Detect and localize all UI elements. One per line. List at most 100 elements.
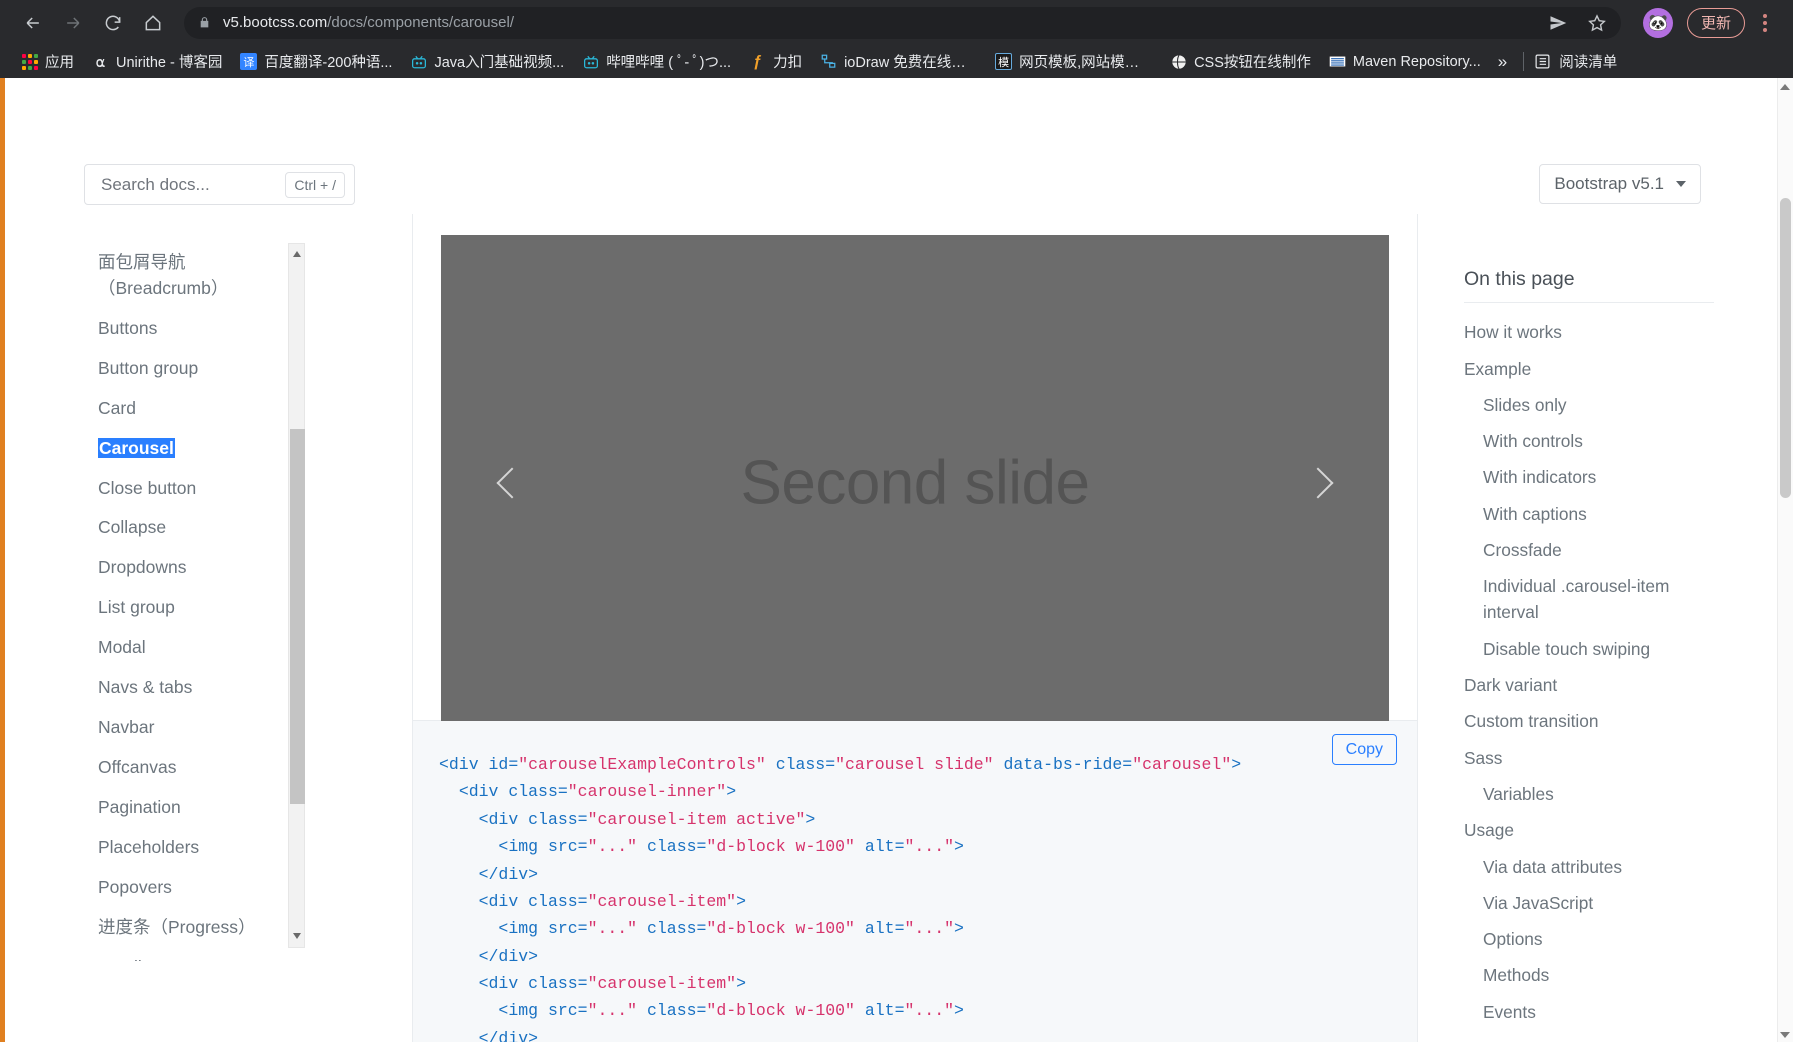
sidebar-item-modal[interactable]: Modal [98,628,308,668]
back-arrow-icon[interactable] [14,4,52,42]
toc-item-via-javascript[interactable]: Via JavaScript [1464,886,1714,922]
bookmark-leetcode[interactable]: ƒ 力扣 [740,48,811,75]
toc-item-label: How it works [1464,322,1562,343]
sidebar-item-label: Button group [98,357,199,378]
bookmark-cnblogs[interactable]: ⍺ Unirithe - 博客园 [83,48,231,75]
toc-item-label: Options [1483,929,1543,950]
sidebar-scroll-thumb[interactable] [290,429,305,804]
bookmark-baidu-translate[interactable]: 译 百度翻译-200种语... [231,48,401,75]
search-shortcut-badge: Ctrl + / [285,171,345,198]
docs-sidebar-list: 面包屑导航 （Breadcrumb） Buttons Button group … [98,243,308,961]
scroll-down-arrow-icon[interactable] [293,933,301,939]
search-box[interactable]: Ctrl + / [84,164,355,205]
sidebar-item-dropdowns[interactable]: Dropdowns [98,548,308,588]
sidebar-item-label: Scrollspy [98,957,169,961]
page-scroll-down-arrow-icon[interactable] [1780,1032,1790,1038]
toc-item-disable-touch-swiping[interactable]: Disable touch swiping [1464,631,1714,667]
sidebar-item-button-group[interactable]: Button group [98,348,308,388]
toc-item-crossfade[interactable]: Crossfade [1464,533,1714,569]
search-input[interactable] [101,174,286,195]
toc-item-usage[interactable]: Usage [1464,813,1714,849]
toc-item-options[interactable]: Options [1464,922,1714,958]
browser-menu-icon[interactable] [1751,13,1779,32]
bookmark-label: 应用 [45,55,74,71]
toc-item-with-indicators[interactable]: With indicators [1464,460,1714,496]
bookmark-webtemplate[interactable]: 模 网页模板,网站模板,... [986,48,1161,75]
sidebar-item-pagination[interactable]: Pagination [98,788,308,828]
toc-item-via-data-attributes[interactable]: Via data attributes [1464,849,1714,885]
toc-item-label: Via data attributes [1483,856,1622,877]
bookmark-apps[interactable]: 应用 [12,48,83,75]
carousel-next-button[interactable] [1247,235,1389,731]
sidebar-item-breadcrumb[interactable]: 面包屑导航 （Breadcrumb） [98,243,308,308]
copy-button[interactable]: Copy [1331,734,1397,766]
star-icon[interactable] [1587,13,1607,33]
sidebar-item-list-group[interactable]: List group [98,588,308,628]
page-scroll-thumb[interactable] [1780,198,1791,498]
leetcode-icon: ƒ [753,52,763,70]
bookmark-label: Maven Repository... [1352,53,1481,70]
toc-item-slides-only[interactable]: Slides only [1464,388,1714,424]
toc-item-individual-interval[interactable]: Individual .carousel-item interval [1464,569,1714,631]
bookmark-bilibili[interactable]: 哔哩哔哩 ( ﾟ- ﾟ)つ... [573,48,740,75]
toc-item-methods[interactable]: Methods [1464,958,1714,994]
chevron-right-icon [1302,467,1334,499]
sidebar-item-label: Collapse [98,517,167,538]
bookmark-iodraw[interactable]: ioDraw 免费在线画... [811,48,986,75]
toc-item-example[interactable]: Example [1464,351,1714,387]
toc-item-custom-transition[interactable]: Custom transition [1464,704,1714,740]
address-bar[interactable]: v5.bootcss.com/docs/components/carousel/ [184,6,1621,39]
bilibili-icon [410,53,427,70]
forward-arrow-icon[interactable] [54,4,92,42]
toc-item-with-controls[interactable]: With controls [1464,424,1714,460]
bookmark-css-button[interactable]: CSS按钮在线制作 [1161,48,1320,75]
page-scroll-up-arrow-icon[interactable] [1780,84,1790,90]
toc-item-label: Via JavaScript [1483,892,1594,913]
toc-item-dark-variant[interactable]: Dark variant [1464,668,1714,704]
sidebar-item-offcanvas[interactable]: Offcanvas [98,748,308,788]
sidebar-item-carousel[interactable]: Carousel [98,428,308,468]
toc-item-with-captions[interactable]: With captions [1464,497,1714,533]
send-icon[interactable] [1547,14,1569,32]
reading-list-icon [1534,53,1551,70]
toc-item-label: Crossfade [1483,540,1562,561]
sidebar-item-collapse[interactable]: Collapse [98,508,308,548]
sidebar-scrollbar[interactable] [288,243,305,948]
toc-item-variables[interactable]: Variables [1464,777,1714,813]
sidebar-item-label: 面包屑导航 （Breadcrumb） [98,252,229,298]
sidebar-item-navbar[interactable]: Navbar [98,708,308,748]
sidebar-item-progress[interactable]: 进度条（Progress） [98,908,308,948]
reload-icon[interactable] [94,4,132,42]
toc-item-label: Methods [1483,965,1550,986]
toc-item-how-it-works[interactable]: How it works [1464,315,1714,351]
version-select[interactable]: Bootstrap v5.1 [1539,164,1701,204]
sidebar-item-buttons[interactable]: Buttons [98,308,308,348]
docs-sidebar[interactable]: 面包屑导航 （Breadcrumb） Buttons Button group … [98,243,308,961]
toc-list: How it works Example Slides only With co… [1464,315,1714,1031]
toc-item-events[interactable]: Events [1464,995,1714,1031]
sidebar-item-label: Offcanvas [98,757,177,778]
bookmark-java-video[interactable]: Java入门基础视频... [401,48,573,75]
sidebar-item-card[interactable]: Card [98,388,308,428]
sidebar-item-close-button[interactable]: Close button [98,468,308,508]
profile-avatar[interactable]: 🐼 [1642,7,1673,38]
sidebar-item-placeholders[interactable]: Placeholders [98,828,308,868]
page-scrollbar[interactable] [1777,78,1793,1042]
iodraw-icon [820,53,837,70]
browser-toolbar: v5.bootcss.com/docs/components/carousel/… [0,0,1793,45]
carousel-prev-button[interactable] [441,235,583,731]
home-icon[interactable] [134,4,172,42]
update-button[interactable]: 更新 [1686,7,1745,38]
reading-list-button[interactable]: 阅读清单 [1534,51,1617,72]
toc-item-sass[interactable]: Sass [1464,740,1714,776]
sidebar-item-navs-tabs[interactable]: Navs & tabs [98,668,308,708]
sidebar-item-popovers[interactable]: Popovers [98,868,308,908]
bookmarks-overflow-button[interactable]: » [1490,50,1515,74]
sidebar-item-label: Close button [98,477,197,498]
scroll-up-arrow-icon[interactable] [293,251,301,257]
bookmark-label: 网页模板,网站模板,... [1019,55,1153,71]
sidebar-item-label: List group [98,597,175,618]
bookmark-maven[interactable]: Maven Repository... [1320,50,1490,73]
carousel[interactable]: Second slide [441,235,1389,731]
sidebar-item-scrollspy[interactable]: Scrollspy [98,948,308,961]
